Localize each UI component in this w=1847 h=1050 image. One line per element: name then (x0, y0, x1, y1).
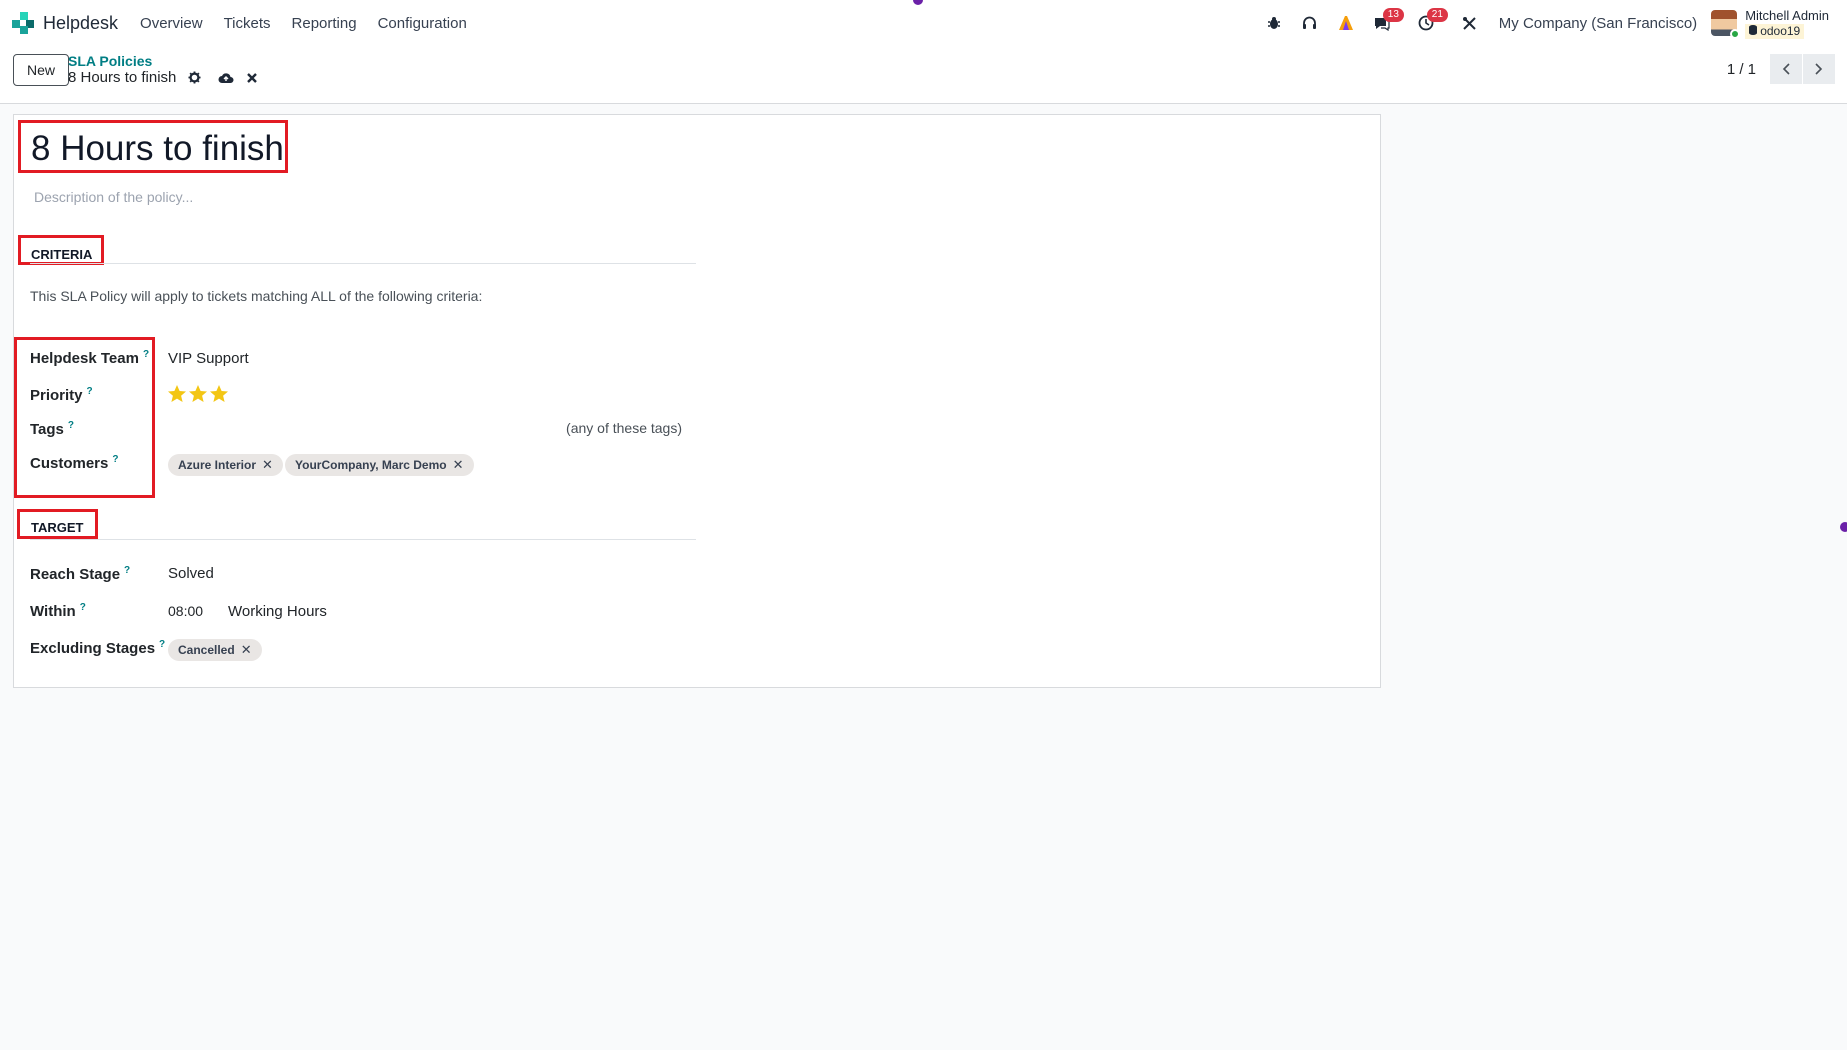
systray: 13 21 My Company (San Francisco) Mitchel… (1253, 0, 1847, 46)
help-tooltip-icon[interactable]: ? (143, 349, 149, 360)
remove-tag-icon[interactable]: ✕ (262, 457, 273, 473)
chat-icon[interactable]: 13 (1367, 8, 1404, 38)
breadcrumb-sla-policies[interactable]: SLA Policies (68, 53, 152, 69)
description-field[interactable]: Description of the policy... (34, 189, 193, 205)
star-icon[interactable] (188, 384, 208, 404)
help-tooltip-icon[interactable]: ? (68, 420, 74, 431)
breadcrumb-current-record: 8 Hours to finish (68, 69, 177, 86)
new-button[interactable]: New (13, 54, 70, 86)
menu-item-overview[interactable]: Overview (140, 15, 203, 32)
chat-count-badge: 13 (1382, 8, 1404, 22)
database-name: odoo19 (1760, 23, 1801, 38)
debug-bug-icon[interactable] (1259, 8, 1289, 38)
tags-hint: (any of these tags) (566, 420, 682, 436)
customer-tag[interactable]: YourCompany, Marc Demo ✕ (285, 454, 474, 476)
breadcrumb: 8 Hours to finish (68, 69, 260, 86)
chevron-right-icon (1815, 63, 1823, 75)
pager-value[interactable]: 1 / 1 (1727, 61, 1756, 78)
main-menu: Overview Tickets Reporting Configuration (140, 15, 488, 32)
activity-count-badge: 21 (1426, 8, 1448, 22)
discard-close-icon[interactable] (244, 70, 260, 86)
app-brand[interactable]: Helpdesk (12, 0, 118, 46)
menu-item-configuration[interactable]: Configuration (378, 15, 467, 32)
reach-stage-field[interactable]: Solved (168, 565, 214, 582)
pager: 1 / 1 (1727, 54, 1835, 84)
database-badge: odoo19 (1745, 23, 1805, 39)
highlight-title (18, 120, 288, 173)
help-tooltip-icon[interactable]: ? (124, 565, 130, 576)
star-icon[interactable] (167, 384, 187, 404)
purple-dot-indicator (1840, 522, 1847, 532)
customer-tag[interactable]: Azure Interior ✕ (168, 454, 283, 476)
company-switcher[interactable]: My Company (San Francisco) (1499, 15, 1697, 32)
pager-next-button[interactable] (1803, 54, 1835, 84)
form-sheet: 8 Hours to finish Description of the pol… (13, 114, 1381, 688)
helpdesk-team-label: Helpdesk Team? (30, 349, 150, 367)
priority-stars[interactable] (167, 384, 230, 404)
settings-tools-icon[interactable] (1455, 8, 1485, 38)
pager-previous-button[interactable] (1770, 54, 1802, 84)
gear-icon[interactable] (186, 70, 202, 86)
online-status-icon (1730, 29, 1741, 39)
reach-stage-label: Reach Stage? (30, 565, 131, 583)
control-panel: New SLA Policies 8 Hours to finish 1 / 1 (0, 46, 1847, 104)
user-menu[interactable]: Mitchell Admin odoo19 (1711, 8, 1829, 39)
save-cloud-icon[interactable] (218, 70, 234, 86)
chevron-left-icon (1782, 63, 1790, 75)
headset-icon[interactable] (1295, 8, 1325, 38)
highlight-target (17, 509, 98, 539)
criteria-divider (30, 263, 696, 264)
user-avatar (1711, 10, 1741, 39)
excluded-stage-label: Cancelled (178, 643, 235, 657)
helpdesk-team-field[interactable]: VIP Support (168, 350, 249, 367)
excluding-stages-label: Excluding Stages? (30, 639, 166, 657)
remove-tag-icon[interactable]: ✕ (453, 457, 464, 473)
help-tooltip-icon[interactable]: ? (80, 602, 86, 613)
priority-label: Priority? (30, 386, 93, 404)
database-icon (1749, 24, 1758, 39)
help-tooltip-icon[interactable]: ? (87, 386, 93, 397)
ai-assistant-icon[interactable] (1331, 8, 1361, 38)
helpdesk-logo-icon (12, 12, 34, 34)
activity-clock-icon[interactable]: 21 (1411, 8, 1448, 38)
criteria-note: This SLA Policy will apply to tickets ma… (30, 288, 483, 304)
within-time-field[interactable]: 08:00 (168, 603, 203, 619)
menu-item-reporting[interactable]: Reporting (292, 15, 357, 32)
help-tooltip-icon[interactable]: ? (112, 454, 118, 465)
excluded-stage-tag[interactable]: Cancelled ✕ (168, 639, 262, 661)
star-icon[interactable] (209, 384, 229, 404)
highlight-criteria (18, 235, 104, 265)
customer-tag-label: Azure Interior (178, 458, 257, 472)
menu-item-tickets[interactable]: Tickets (224, 15, 271, 32)
remove-tag-icon[interactable]: ✕ (241, 642, 252, 658)
user-name: Mitchell Admin (1745, 7, 1829, 23)
within-label: Within? (30, 602, 86, 620)
target-divider (30, 539, 696, 540)
tags-label: Tags? (30, 420, 75, 438)
within-unit-label: Working Hours (228, 603, 327, 620)
app-name: Helpdesk (43, 12, 119, 33)
top-navbar: Helpdesk Overview Tickets Reporting Conf… (0, 0, 1847, 46)
customers-label: Customers? (30, 454, 119, 472)
help-tooltip-icon[interactable]: ? (159, 639, 165, 650)
customer-tag-label: YourCompany, Marc Demo (295, 458, 447, 472)
